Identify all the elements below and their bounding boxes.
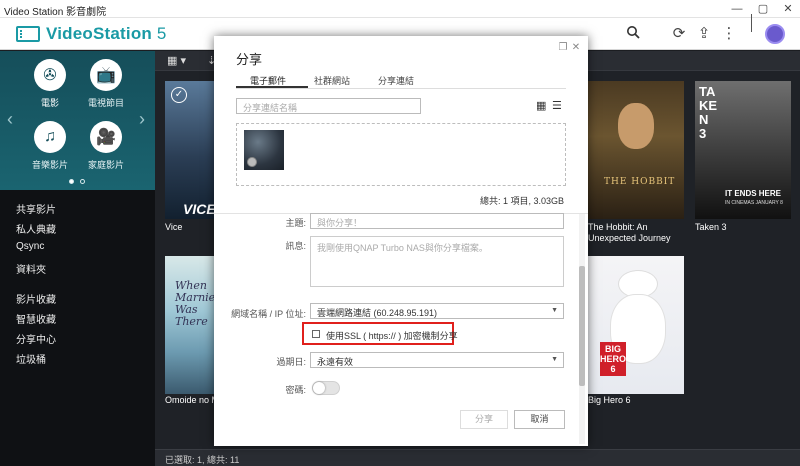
nav-folders[interactable]: 資料夾 bbox=[16, 261, 46, 276]
category-movies[interactable]: ✇ 電影 bbox=[20, 59, 80, 109]
password-label: 密碼: bbox=[285, 385, 306, 395]
ssl-option-highlight: 使用SSL ( https:// ) 加密機制分享 bbox=[302, 322, 458, 345]
search-icon[interactable] bbox=[624, 25, 642, 43]
page-dot[interactable] bbox=[80, 179, 85, 184]
poster-image-text: When Marnie Was There bbox=[175, 279, 216, 328]
status-bar: 已選取: 1, 總共: 11 bbox=[155, 449, 800, 466]
sidebar: ‹ › ✇ 電影 📺 電視節目 ♫ 音樂影片 🎥 家庭影片 共享影片 私人典藏 … bbox=[0, 51, 155, 466]
expire-selected-value: 永遠有效 bbox=[317, 357, 354, 367]
poster-tagline: IT ENDS HERE bbox=[725, 189, 782, 198]
thumbnail-check-icon[interactable] bbox=[247, 157, 257, 167]
home-video-icon: 🎥 bbox=[90, 121, 122, 153]
list-view-toggle-icon[interactable]: ☰ bbox=[552, 99, 562, 112]
poster-image-text: BIG HERO 6 bbox=[600, 342, 627, 376]
poster-the-hobbit[interactable]: THE HOBBIT bbox=[588, 81, 684, 219]
poster-title: Taken 3 bbox=[695, 222, 727, 232]
nav-share-center[interactable]: 分享中心 bbox=[16, 331, 56, 346]
share-button[interactable]: 分享 bbox=[460, 410, 508, 429]
file-thumbnail[interactable] bbox=[244, 130, 284, 170]
tab-share-link[interactable]: 分享連結 bbox=[378, 74, 414, 87]
scrollbar-thumb[interactable] bbox=[579, 266, 585, 386]
app-version: 5 bbox=[152, 24, 167, 43]
nav-video-collections[interactable]: 影片收藏 bbox=[16, 291, 56, 306]
film-reel-icon: ✇ bbox=[34, 59, 66, 91]
app-logo: VideoStation 5 bbox=[16, 24, 167, 44]
toggle-knob bbox=[313, 382, 325, 394]
poster-date: IN CINEMAS JANUARY 8 bbox=[725, 200, 783, 206]
domain-selected-value: 雲端網路連結 (60.248.95.191) bbox=[317, 308, 438, 318]
user-avatar[interactable] bbox=[765, 24, 785, 44]
nav-shared-videos[interactable]: 共享影片 bbox=[16, 201, 56, 216]
window-titlebar: Video Station 影音劇院 — ▢ ✕ bbox=[0, 0, 800, 18]
message-textarea[interactable]: 我剛使用QNAP Turbo NAS與你分享檔案。 bbox=[310, 236, 564, 287]
grid-view-toggle-icon[interactable]: ▦ bbox=[536, 99, 546, 112]
film-strip-icon bbox=[16, 26, 40, 42]
selection-status: 已選取: 1, 總共: 11 bbox=[165, 455, 240, 465]
nav-recycle-bin[interactable]: 垃圾桶 bbox=[16, 351, 46, 366]
link-name-input[interactable]: 分享連結名稱 bbox=[236, 98, 421, 114]
tabs-divider bbox=[236, 88, 566, 89]
category-music-videos[interactable]: ♫ 音樂影片 bbox=[20, 121, 80, 171]
tv-icon: 📺 bbox=[90, 59, 122, 91]
nav-smart-collections[interactable]: 智慧收藏 bbox=[16, 311, 56, 326]
expire-select[interactable]: 永遠有效 ▼ bbox=[310, 352, 564, 368]
poster-image-text: THE HOBBIT bbox=[604, 177, 676, 187]
selected-check-icon: ✓ bbox=[171, 87, 187, 103]
category-tv-shows[interactable]: 📺 電視節目 bbox=[76, 59, 136, 109]
file-drop-area[interactable] bbox=[236, 123, 566, 186]
tab-social-network[interactable]: 社群網站 bbox=[314, 74, 350, 87]
category-home-videos[interactable]: 🎥 家庭影片 bbox=[76, 121, 136, 171]
category-panel: ‹ › ✇ 電影 📺 電視節目 ♫ 音樂影片 🎥 家庭影片 bbox=[0, 51, 155, 190]
close-icon[interactable]: ✕ bbox=[778, 1, 798, 17]
poster-taken-3[interactable]: TAKEN 3 IT ENDS HERE IN CINEMAS JANUARY … bbox=[695, 81, 791, 219]
poster-title: Big Hero 6 bbox=[588, 395, 631, 405]
window-title: Video Station 影音劇院 bbox=[4, 7, 107, 18]
header-separator bbox=[751, 14, 752, 32]
minimize-icon[interactable]: — bbox=[727, 1, 747, 17]
dialog-scrollbar[interactable] bbox=[579, 214, 585, 444]
message-label: 訊息: bbox=[285, 241, 306, 251]
poster-title: The Hobbit: An Unexpected Journey bbox=[588, 222, 671, 243]
cancel-button[interactable]: 取消 bbox=[514, 410, 565, 429]
page-dot[interactable] bbox=[69, 179, 74, 184]
ssl-checkbox[interactable] bbox=[312, 330, 320, 338]
grid-view-icon[interactable]: ▦ ▾ bbox=[167, 54, 186, 67]
music-video-icon: ♫ bbox=[34, 121, 66, 153]
poster-omoide-no-marnie[interactable]: When Marnie Was There bbox=[165, 256, 220, 394]
subject-input[interactable]: 與你分享！ bbox=[310, 213, 564, 229]
restore-icon[interactable]: ❐ bbox=[557, 42, 569, 54]
domain-select[interactable]: 雲端網路連結 (60.248.95.191) ▼ bbox=[310, 303, 564, 319]
refresh-icon[interactable]: ⟳ bbox=[670, 25, 688, 43]
poster-big-hero-6[interactable]: BIG HERO 6 bbox=[588, 256, 684, 394]
share-dialog: 分享 ❐ ✕ 電子郵件 社群網站 分享連結 分享連結名稱 ▦ ☰ 總共: 1 項… bbox=[214, 36, 588, 446]
upload-icon[interactable]: ⇪ bbox=[695, 25, 713, 43]
poster-image-text: VICE bbox=[183, 201, 216, 217]
poster-title: Vice bbox=[165, 222, 183, 232]
ssl-label[interactable]: 使用SSL ( https:// ) 加密機制分享 bbox=[326, 329, 458, 342]
dialog-title: 分享 bbox=[236, 52, 263, 67]
domain-label: 網域名稱 / IP 位址: bbox=[231, 309, 306, 319]
chevron-down-icon: ▼ bbox=[551, 356, 558, 363]
poster-vice[interactable]: ✓ VICE bbox=[165, 81, 220, 219]
poster-image-text: TAKEN 3 bbox=[699, 84, 718, 141]
maximize-icon[interactable]: ▢ bbox=[753, 1, 773, 17]
subject-label: 主題: bbox=[285, 218, 306, 228]
dialog-close-icon[interactable]: ✕ bbox=[570, 42, 582, 54]
page-dots bbox=[69, 179, 85, 184]
nav-private-collection[interactable]: 私人典藏 bbox=[16, 221, 56, 236]
total-items: 總共: 1 項目, 3.03GB bbox=[479, 196, 564, 206]
more-options-icon[interactable]: ⋮ bbox=[720, 25, 738, 43]
chevron-down-icon: ▼ bbox=[551, 307, 558, 314]
password-toggle[interactable] bbox=[312, 381, 340, 395]
chevron-right-icon[interactable]: › bbox=[139, 109, 145, 130]
poster-face-shape bbox=[618, 103, 654, 149]
expire-label: 過期日: bbox=[276, 357, 306, 367]
nav-qsync[interactable]: Qsync bbox=[16, 241, 44, 252]
app-name: VideoStation bbox=[46, 24, 152, 43]
chevron-left-icon[interactable]: ‹ bbox=[7, 109, 13, 130]
